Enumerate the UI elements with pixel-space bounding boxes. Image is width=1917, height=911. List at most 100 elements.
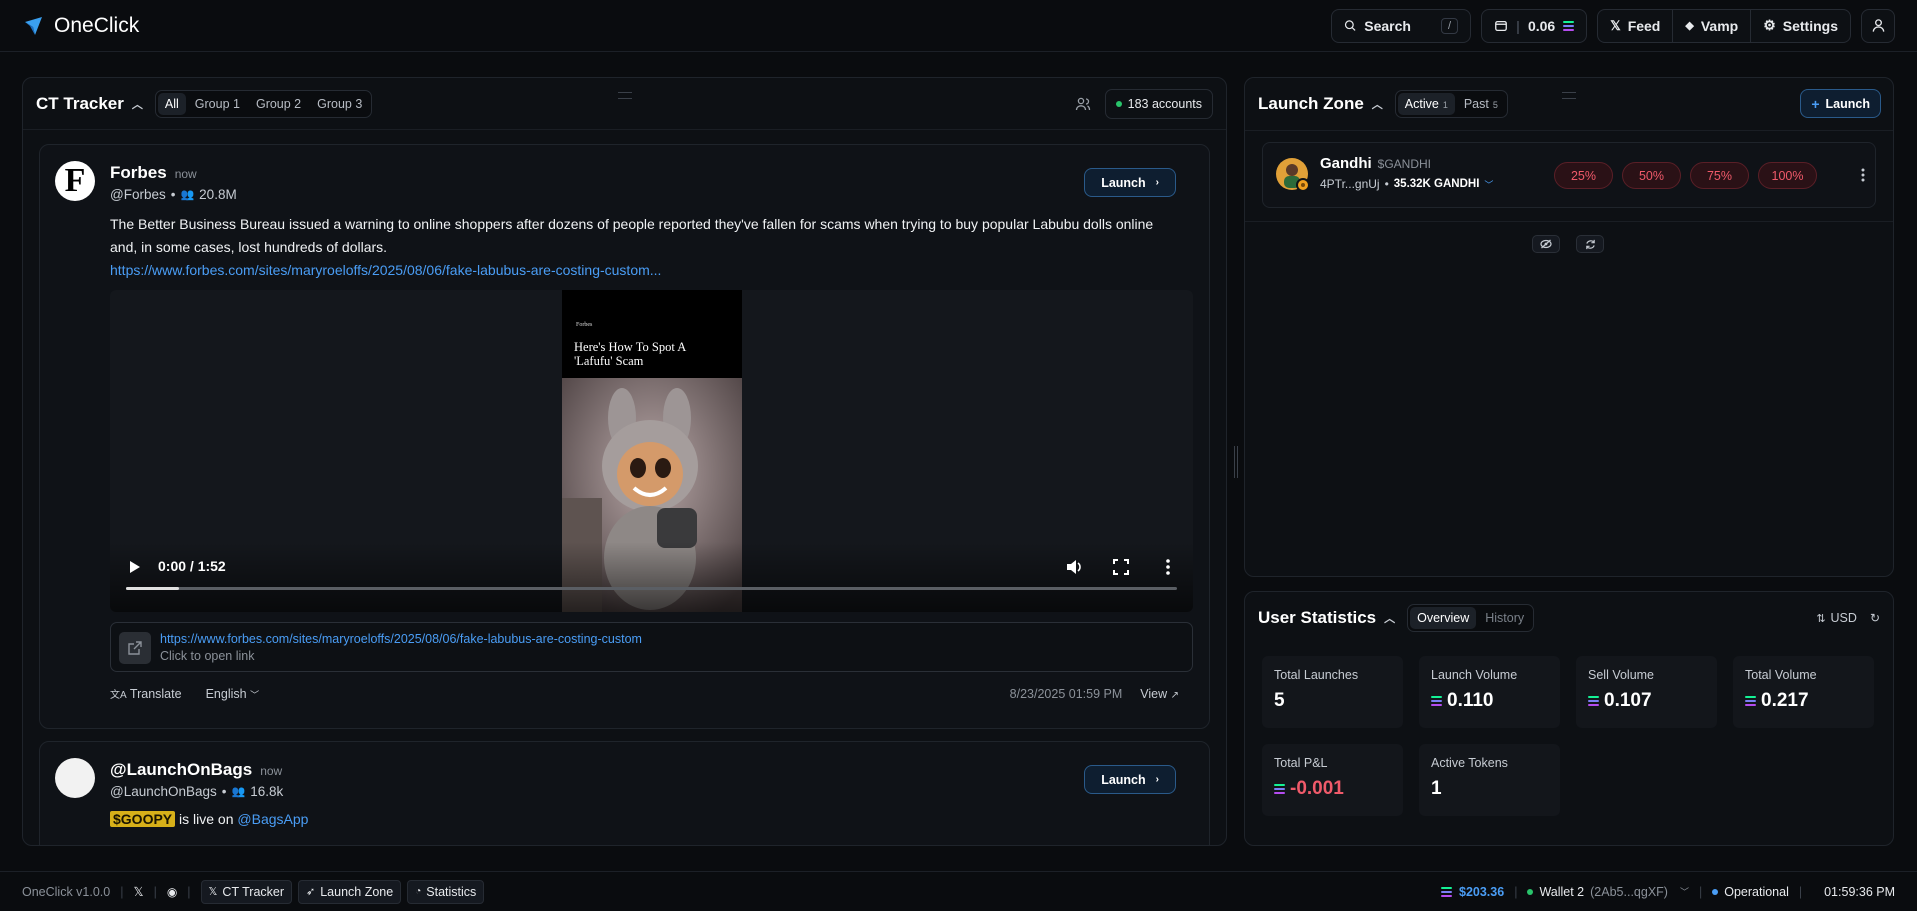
video-progress[interactable] xyxy=(126,587,1177,590)
sell-100-button[interactable]: 100% xyxy=(1758,162,1817,189)
nav-vamp[interactable]: ◆ Vamp xyxy=(1673,9,1752,42)
translate-button[interactable]: 文A Translate xyxy=(110,686,182,701)
post-handle: @LaunchOnBags • 👥 16.8k xyxy=(110,784,284,799)
more-vertical-icon[interactable] xyxy=(1165,559,1171,575)
ct-tracker-title[interactable]: CT Tracker ︿ xyxy=(36,94,143,114)
tab-group-2[interactable]: Group 2 xyxy=(249,93,308,115)
refresh-icon xyxy=(1585,239,1595,249)
footer-chip-launch-zone[interactable]: ➶ Launch Zone xyxy=(298,879,402,904)
launch-button[interactable]: Launch › xyxy=(1084,765,1176,794)
chevron-right-icon: › xyxy=(1155,177,1159,188)
launch-zone-title[interactable]: Launch Zone ︿ xyxy=(1258,94,1383,114)
ct-tracker-header: CT Tracker ︿ All Group 1 Group 2 Group 3… xyxy=(23,78,1226,130)
external-link-icon: ↗ xyxy=(1170,689,1179,701)
wallet-balance-button[interactable]: | 0.06 xyxy=(1481,8,1588,43)
mention-link[interactable]: @BagsApp xyxy=(237,811,308,827)
view-button[interactable]: View ↗ xyxy=(1140,687,1179,701)
fullscreen-icon[interactable] xyxy=(1113,559,1129,575)
token-row: Gandhi $GANDHI 4PTr...gnUj • 35.32K GAND… xyxy=(1262,142,1876,208)
link-card-hint: Click to open link xyxy=(160,649,255,663)
status-dot xyxy=(1712,888,1719,895)
profile-button[interactable] xyxy=(1861,8,1895,43)
user-icon xyxy=(1872,19,1884,32)
users-icon[interactable] xyxy=(1075,96,1091,112)
tab-history[interactable]: History xyxy=(1478,607,1531,629)
language-select[interactable]: English ﹀ xyxy=(206,687,260,701)
app-logo[interactable]: OneClick xyxy=(22,14,139,38)
sell-75-button[interactable]: 75% xyxy=(1690,162,1749,189)
chevron-down-icon[interactable]: ﹀ xyxy=(1484,178,1493,191)
hide-toggle[interactable] xyxy=(1532,235,1560,253)
x-link-icon[interactable]: 𝕏 xyxy=(133,884,143,899)
new-launch-button[interactable]: + Launch xyxy=(1800,89,1881,118)
nav-feed[interactable]: 𝕏 Feed xyxy=(1598,9,1674,42)
follower-count: 20.8M xyxy=(199,187,237,202)
sol-icon xyxy=(1563,20,1575,31)
video-time: 0:00 / 1:52 xyxy=(158,558,226,574)
refresh-icon[interactable]: ↻ xyxy=(1870,611,1880,625)
user-stats-header: User Statistics ︿ Overview History ⇅ USD… xyxy=(1245,592,1893,644)
chevron-up-icon: ︿ xyxy=(131,98,143,111)
main-nav: 𝕏 Feed ◆ Vamp ⚙ Settings xyxy=(1597,8,1851,43)
sell-25-button[interactable]: 25% xyxy=(1554,162,1613,189)
accounts-count[interactable]: 183 accounts xyxy=(1104,88,1213,119)
footer-chip-ct-tracker[interactable]: 𝕏 CT Tracker xyxy=(200,879,293,904)
sol-icon xyxy=(1588,696,1599,706)
status-bar: OneClick v1.0.0 | 𝕏 | ◉ | 𝕏 CT Tracker ➶ L… xyxy=(0,871,1917,911)
more-vertical-icon[interactable] xyxy=(1861,168,1865,182)
search-label: Search xyxy=(1364,17,1411,34)
plus-icon: + xyxy=(1811,95,1820,112)
external-link-icon xyxy=(119,632,151,664)
ticker-highlight[interactable]: $GOOPY xyxy=(110,811,176,827)
volume-icon[interactable] xyxy=(1065,558,1083,576)
play-icon[interactable] xyxy=(128,560,142,574)
post-text: $GOOPY is live on @BagsApp xyxy=(110,808,1179,831)
group-tabs: All Group 1 Group 2 Group 3 xyxy=(154,89,373,118)
panel-resize-handle[interactable] xyxy=(1234,446,1238,478)
token-avatar[interactable] xyxy=(1275,157,1311,193)
tab-active[interactable]: Active 1 xyxy=(1397,93,1455,115)
link-card-url: https://www.forbes.com/sites/maryroeloff… xyxy=(160,632,642,646)
wallet-selector[interactable]: Wallet 2 (2Ab5...qgXF) ﹀ xyxy=(1527,885,1689,899)
video-controls xyxy=(110,542,1193,612)
footer-chip-statistics[interactable]: ◔ Statistics xyxy=(407,879,485,904)
nav-settings[interactable]: ⚙ Settings xyxy=(1751,10,1850,42)
token-address[interactable]: 4PTr...gnUj xyxy=(1320,177,1380,191)
post-link[interactable]: https://www.forbes.com/sites/maryroeloff… xyxy=(110,259,1179,282)
token-name: Gandhi $GANDHI xyxy=(1320,155,1432,172)
wallet-icon xyxy=(1495,20,1507,31)
drag-handle[interactable] xyxy=(1562,92,1576,99)
video-brand: Forbes xyxy=(576,322,593,328)
stat-active-tokens: Active Tokens 1 xyxy=(1419,744,1560,816)
tab-group-1[interactable]: Group 1 xyxy=(188,93,247,115)
top-bar: OneClick Search / | 0.06 𝕏 Feed ◆ Vamp ⚙ Se… xyxy=(0,0,1917,52)
post-footer: 文A Translate English ﹀ 8/23/2025 01:59 P… xyxy=(110,686,1179,702)
sell-50-button[interactable]: 50% xyxy=(1622,162,1681,189)
video-progress-fill xyxy=(126,587,179,590)
link-card[interactable]: https://www.forbes.com/sites/maryroeloff… xyxy=(110,622,1193,672)
currency-toggle[interactable]: ⇅ USD ↻ xyxy=(1816,611,1880,625)
stat-total-pnl: Total P&L -0.001 xyxy=(1262,744,1403,816)
tab-overview[interactable]: Overview xyxy=(1410,607,1477,629)
launch-zone-header: Launch Zone ︿ Active 1 Past 5 + Launch xyxy=(1245,78,1893,130)
tab-group-3[interactable]: Group 3 xyxy=(310,93,369,115)
video-player[interactable]: Forbes Here's How To Spot A 'Lafufu' Sca… xyxy=(110,290,1193,612)
gear-icon: ⚙ xyxy=(1763,17,1776,33)
wallet-address: (2Ab5...qgXF) xyxy=(1590,884,1668,899)
launch-button[interactable]: Launch › xyxy=(1084,168,1176,197)
follower-count: 16.8k xyxy=(250,784,284,799)
avatar[interactable] xyxy=(55,758,95,798)
user-stats-title[interactable]: User Statistics ︿ xyxy=(1258,608,1395,628)
avatar[interactable]: F xyxy=(55,161,95,201)
drag-handle[interactable] xyxy=(617,92,632,99)
discord-icon[interactable]: ◉ xyxy=(167,885,177,899)
search-button[interactable]: Search / xyxy=(1331,8,1472,43)
tab-all[interactable]: All xyxy=(157,92,186,115)
token-row-divider xyxy=(1245,221,1893,222)
tab-past[interactable]: Past 5 xyxy=(1457,93,1505,115)
app-version: OneClick v1.0.0 xyxy=(22,884,111,899)
user-stats-panel: User Statistics ︿ Overview History ⇅ USD… xyxy=(1244,591,1894,846)
wallet-status-dot xyxy=(1527,888,1534,895)
stat-total-launches: Total Launches 5 xyxy=(1262,656,1403,728)
refresh-button[interactable] xyxy=(1576,235,1604,253)
